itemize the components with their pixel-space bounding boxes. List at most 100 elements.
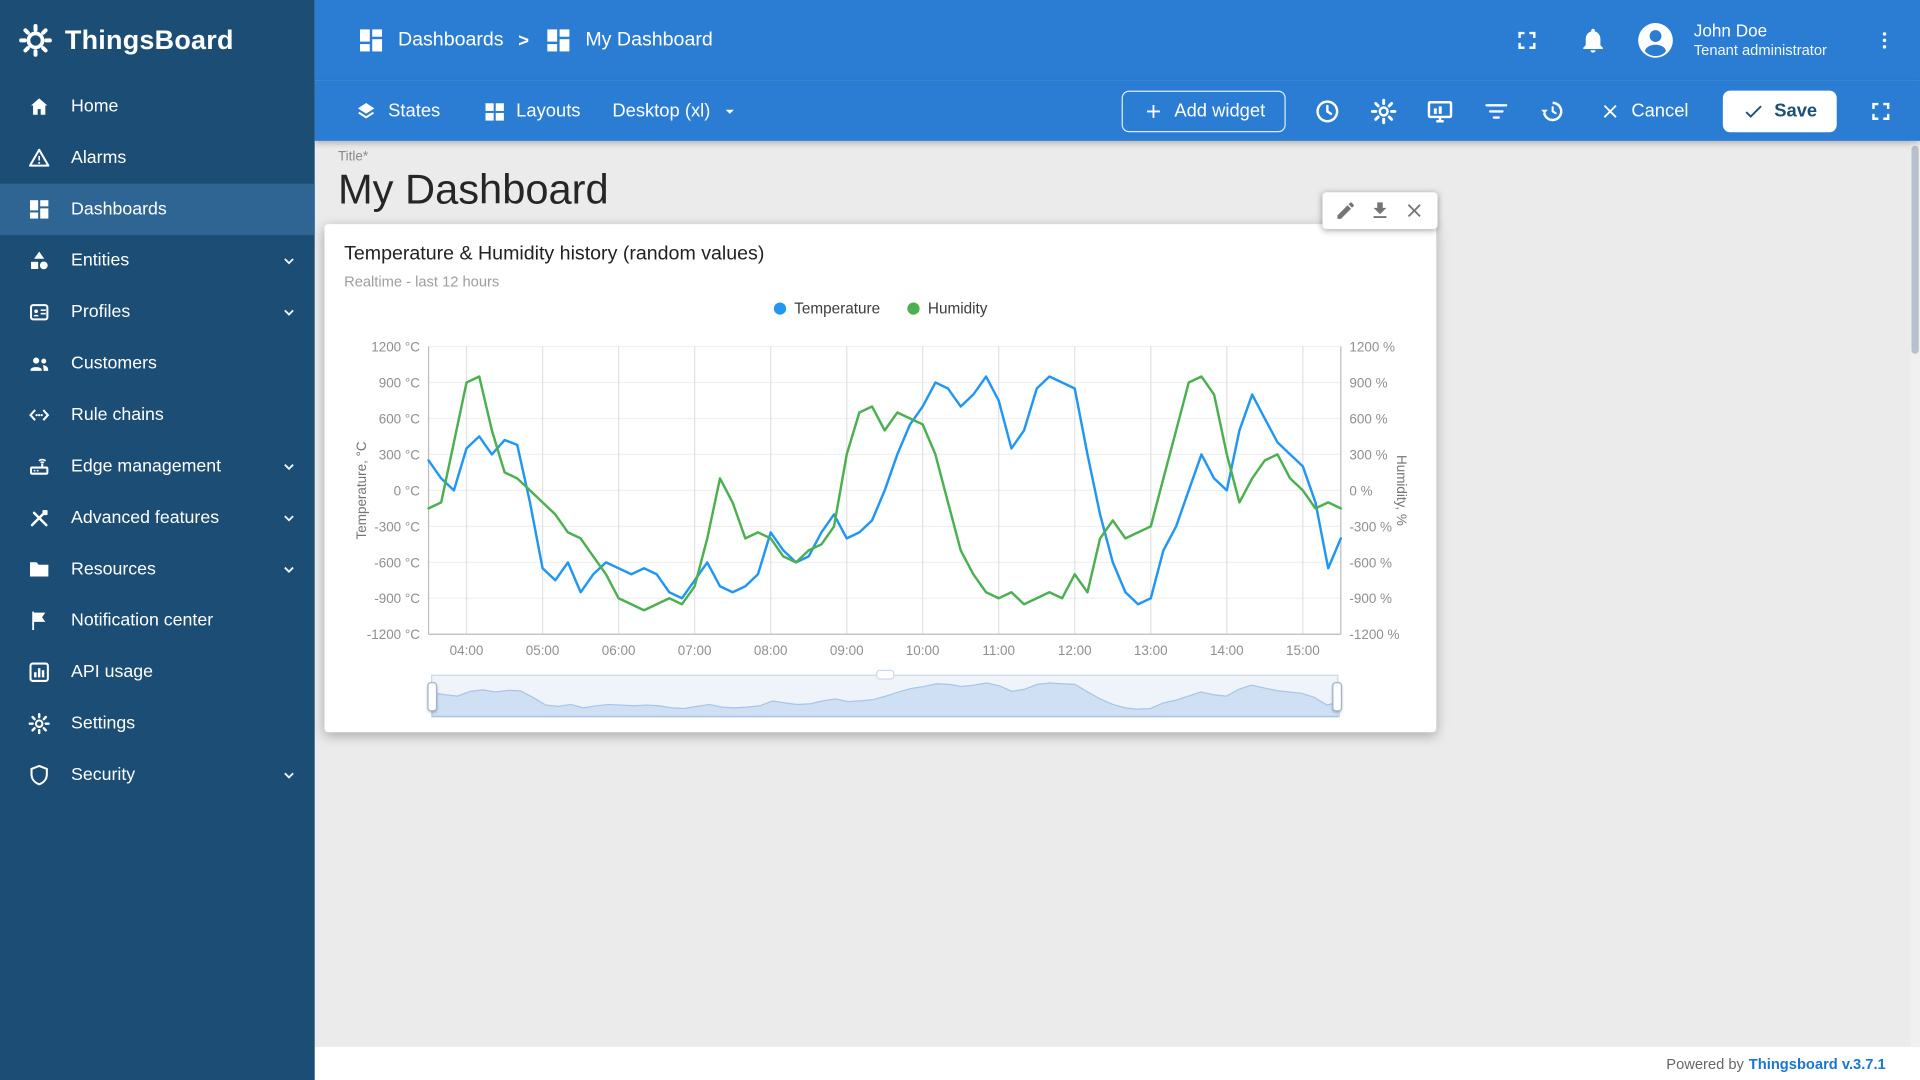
add-widget-button[interactable]: Add widget xyxy=(1122,90,1286,132)
dashboard-title-input[interactable]: My Dashboard xyxy=(338,167,609,215)
widget-subtitle: Realtime - last 12 hours xyxy=(344,273,499,290)
save-button[interactable]: Save xyxy=(1723,90,1837,132)
chevron-down-icon xyxy=(278,558,300,580)
time-window-button[interactable] xyxy=(1303,86,1352,135)
profiles-icon xyxy=(27,300,51,324)
footer: Powered by Thingsboard v.3.7.1 xyxy=(315,1047,1920,1080)
chevron-down-icon xyxy=(278,507,300,529)
svg-text:300 °C: 300 °C xyxy=(379,447,421,462)
sidebar-item-edge-management[interactable]: Edge management xyxy=(0,441,315,492)
legend-item-humidity[interactable]: Humidity xyxy=(907,300,987,317)
flag-icon xyxy=(27,609,51,633)
legend-item-temperature[interactable]: Temperature xyxy=(773,300,880,317)
thingsboard-version-link[interactable]: Thingsboard v.3.7.1 xyxy=(1749,1055,1886,1072)
dashboard-toolbar: States Layouts Desktop (xl) Add widget xyxy=(315,81,1920,141)
notifications-button[interactable] xyxy=(1569,16,1618,65)
app-logo[interactable]: ThingsBoard xyxy=(0,0,315,81)
edit-widget-button[interactable] xyxy=(1335,200,1357,222)
svg-text:600 %: 600 % xyxy=(1349,411,1387,426)
home-icon xyxy=(27,94,51,118)
states-button[interactable]: States xyxy=(342,91,453,130)
breadcrumb-my-dashboard[interactable]: My Dashboard xyxy=(544,26,713,55)
sidebar-item-dashboards[interactable]: Dashboards xyxy=(0,184,315,235)
chevron-down-icon xyxy=(278,456,300,478)
layouts-button[interactable]: Layouts xyxy=(470,91,593,130)
user-avatar[interactable] xyxy=(1635,20,1677,62)
chevron-down-icon xyxy=(278,764,300,786)
svg-text:-900 %: -900 % xyxy=(1349,591,1392,606)
sidebar-item-profiles[interactable]: Profiles xyxy=(0,287,315,338)
caret-down-icon xyxy=(720,101,740,121)
sidebar-item-home[interactable]: Home xyxy=(0,81,315,132)
svg-text:08:00: 08:00 xyxy=(754,643,788,658)
svg-text:-300 %: -300 % xyxy=(1349,519,1392,534)
zoom-left-handle[interactable] xyxy=(427,681,437,710)
chart-widget-card[interactable]: Temperature & Humidity history (random v… xyxy=(324,224,1436,732)
user-info[interactable]: John Doe Tenant administrator xyxy=(1694,21,1827,61)
dashboard-settings-button[interactable] xyxy=(1359,86,1408,135)
close-icon xyxy=(1599,100,1621,122)
entity-filter-button[interactable] xyxy=(1472,86,1521,135)
chart-legend: Temperature Humidity xyxy=(324,300,1436,317)
svg-text:10:00: 10:00 xyxy=(906,643,940,658)
save-label: Save xyxy=(1774,100,1817,121)
sidebar-item-resources[interactable]: Resources xyxy=(0,544,315,595)
more-menu-button[interactable] xyxy=(1866,16,1903,65)
scrollbar-track[interactable] xyxy=(1910,141,1920,1047)
sidebar-item-api-usage[interactable]: API usage xyxy=(0,647,315,698)
check-icon xyxy=(1742,100,1764,122)
svg-text:14:00: 14:00 xyxy=(1210,643,1244,658)
toolbar-actions: Add widget Cancel Save xyxy=(1122,86,1906,135)
svg-text:-1200 °C: -1200 °C xyxy=(367,627,421,642)
cancel-button[interactable]: Cancel xyxy=(1585,90,1703,132)
expand-dashboard-button[interactable] xyxy=(1856,86,1905,135)
svg-text:04:00: 04:00 xyxy=(450,643,484,658)
sidebar-item-notification-center[interactable]: Notification center xyxy=(0,595,315,646)
breadcrumb-separator: > xyxy=(518,30,529,51)
breadcrumb-label: Dashboards xyxy=(398,29,504,51)
zoom-center-notch[interactable] xyxy=(876,670,894,680)
app-name: ThingsBoard xyxy=(65,24,234,56)
svg-text:06:00: 06:00 xyxy=(602,643,636,658)
chart-zoom-range-selector[interactable] xyxy=(431,675,1338,718)
sidebar-item-label: Advanced features xyxy=(71,508,258,528)
sidebar-item-customers[interactable]: Customers xyxy=(0,338,315,389)
zoom-right-handle[interactable] xyxy=(1332,681,1342,710)
svg-text:900 %: 900 % xyxy=(1349,375,1387,390)
svg-text:900 °C: 900 °C xyxy=(379,375,421,390)
dashboard-title-label: Title* xyxy=(338,149,368,164)
svg-text:1200 %: 1200 % xyxy=(1349,339,1395,354)
svg-text:-1200 %: -1200 % xyxy=(1349,627,1399,642)
svg-text:-300 °C: -300 °C xyxy=(374,519,420,534)
chevron-down-icon xyxy=(278,250,300,272)
sidebar-item-label: Resources xyxy=(71,560,258,580)
sidebar-item-rule-chains[interactable]: Rule chains xyxy=(0,389,315,440)
gear-icon xyxy=(27,711,51,735)
sidebar-item-entities[interactable]: Entities xyxy=(0,235,315,286)
filter-icon xyxy=(1482,96,1511,125)
sidebar-item-advanced-features[interactable]: Advanced features xyxy=(0,492,315,543)
breadcrumb-dashboards[interactable]: Dashboards xyxy=(356,26,503,55)
svg-text:13:00: 13:00 xyxy=(1134,643,1168,658)
sidebar-item-label: Profiles xyxy=(71,302,258,322)
fullscreen-button[interactable] xyxy=(1503,16,1552,65)
sidebar-item-settings[interactable]: Settings xyxy=(0,698,315,749)
legend-label: Temperature xyxy=(794,300,880,317)
svg-text:-600 %: -600 % xyxy=(1349,555,1392,570)
dashboards-icon xyxy=(356,26,385,55)
folder-icon xyxy=(27,557,51,581)
remove-widget-button[interactable] xyxy=(1403,200,1425,222)
scrollbar-thumb[interactable] xyxy=(1911,146,1918,354)
layers-icon xyxy=(354,99,378,123)
widget-action-toolbar xyxy=(1322,192,1437,229)
svg-text:12:00: 12:00 xyxy=(1058,643,1092,658)
sidebar-item-security[interactable]: Security xyxy=(0,749,315,800)
manage-layouts-button[interactable] xyxy=(1416,86,1465,135)
zoom-preview-area xyxy=(432,677,1339,717)
version-history-button[interactable] xyxy=(1528,86,1577,135)
warning-icon xyxy=(27,146,51,170)
layout-select[interactable]: Desktop (xl) xyxy=(600,93,752,129)
clock-icon xyxy=(1313,96,1342,125)
sidebar-item-alarms[interactable]: Alarms xyxy=(0,132,315,183)
export-widget-button[interactable] xyxy=(1369,200,1391,222)
